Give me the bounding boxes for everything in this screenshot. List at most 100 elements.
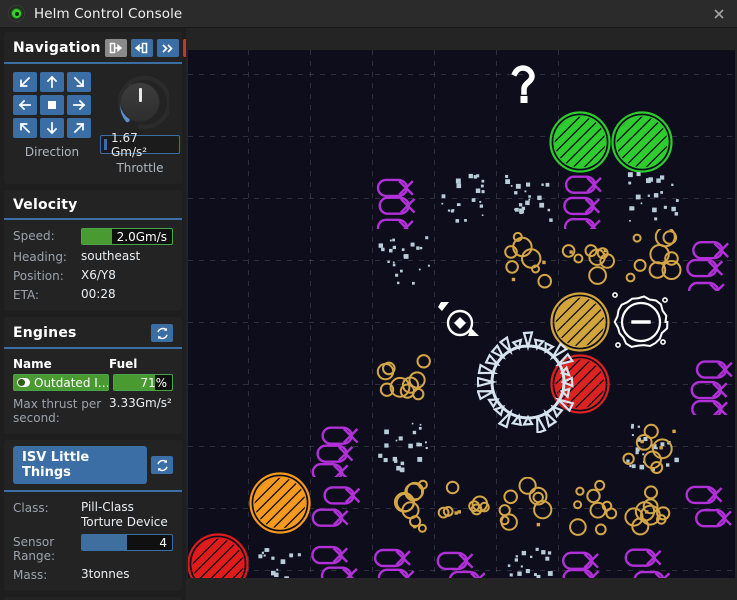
star-white[interactable] xyxy=(477,331,579,433)
eye-icon xyxy=(8,5,25,22)
engine-fuel-meter: 71% xyxy=(113,374,173,391)
dock-icon[interactable] xyxy=(130,39,153,57)
fish-school[interactable] xyxy=(435,539,497,578)
navigation-title: Navigation xyxy=(13,40,101,56)
title-bar: Helm Control Console xyxy=(0,0,737,28)
ship-panel: ISV Little Things Class: Pill-Class Tort… xyxy=(4,440,182,591)
heading-value: southeast xyxy=(81,249,141,263)
arrow-sw-icon xyxy=(19,122,31,134)
mass-row: Mass: 3tonnes xyxy=(13,567,173,582)
sensor-label: Sensor Range: xyxy=(13,535,56,563)
engines-table-header: Name Fuel xyxy=(13,357,173,371)
eta-label: ETA: xyxy=(13,288,40,302)
engines-header: Engines xyxy=(4,317,182,349)
throttle-value-text: 1.67 Gm/s² xyxy=(111,130,148,159)
thrust-value: 3.33Gm/s² xyxy=(109,396,172,410)
planet-green-1[interactable] xyxy=(547,109,613,175)
direction-west[interactable] xyxy=(13,95,37,115)
thrust-row: Max thrust per second: 3.33Gm/s² xyxy=(13,396,173,425)
gas-cloud[interactable] xyxy=(621,229,683,291)
direction-southeast[interactable] xyxy=(67,118,91,138)
throttle-control: 1.67 Gm/s² Throttle xyxy=(100,72,180,175)
refresh-icon[interactable] xyxy=(151,324,173,342)
gas-cloud[interactable] xyxy=(497,477,559,539)
sensor-row: Sensor Range: 4 xyxy=(13,534,173,563)
gas-cloud[interactable] xyxy=(559,477,621,539)
direction-north[interactable] xyxy=(40,72,64,92)
gas-cloud[interactable] xyxy=(373,477,435,539)
fish-school[interactable] xyxy=(311,477,373,539)
asteroid-field[interactable] xyxy=(497,539,559,578)
planet-crimson[interactable] xyxy=(188,531,251,578)
gas-cloud[interactable] xyxy=(497,229,559,291)
undock-icon[interactable] xyxy=(104,39,127,57)
planet-green-2[interactable] xyxy=(609,109,675,175)
throttle-value-field[interactable]: 1.67 Gm/s² xyxy=(100,131,180,159)
direction-northwest[interactable] xyxy=(13,72,37,92)
speed-row: Speed: 2.0Gm/s xyxy=(13,228,173,245)
unknown-marker[interactable] xyxy=(507,60,541,104)
heading-row: Heading: southeast xyxy=(13,249,173,264)
ship-header: ISV Little Things xyxy=(4,440,182,492)
helm-control-window: Helm Control Console Navigation Directio… xyxy=(0,0,737,600)
gas-cloud[interactable] xyxy=(559,229,621,291)
asteroid-field[interactable] xyxy=(435,167,497,229)
fish-school[interactable] xyxy=(311,415,373,477)
direction-southwest[interactable] xyxy=(13,118,37,138)
direction-east[interactable] xyxy=(67,95,91,115)
gas-cloud[interactable] xyxy=(621,415,683,477)
arrow-s-icon xyxy=(46,122,58,135)
class-row: Class: Pill-Class Torture Device xyxy=(13,500,173,530)
direction-pad xyxy=(13,72,91,138)
throttle-dial xyxy=(120,82,160,122)
planet-orange[interactable] xyxy=(247,470,313,536)
star-map[interactable] xyxy=(188,50,735,578)
fish-school[interactable] xyxy=(311,539,373,578)
fish-school[interactable] xyxy=(559,539,621,578)
throttle-knob[interactable] xyxy=(111,73,169,131)
fish-school[interactable] xyxy=(683,477,735,539)
asteroid-field[interactable] xyxy=(373,229,435,291)
engine-fuel-value: 71% xyxy=(140,375,167,390)
fish-school[interactable] xyxy=(621,539,683,578)
eta-value: 00:28 xyxy=(81,287,116,301)
direction-stop[interactable] xyxy=(40,95,64,115)
engines-col-name: Name xyxy=(13,357,52,371)
fish-school[interactable] xyxy=(559,167,621,229)
direction-northeast[interactable] xyxy=(67,72,91,92)
asteroid-field[interactable] xyxy=(249,539,311,578)
stop-square-icon xyxy=(48,101,56,109)
gas-cloud[interactable] xyxy=(435,477,497,539)
asteroid-field[interactable] xyxy=(373,415,435,477)
asteroid-field[interactable] xyxy=(497,167,559,229)
refresh-icon[interactable] xyxy=(151,456,173,474)
thrust-label: Max thrust per second: xyxy=(13,397,102,425)
arrow-w-icon xyxy=(18,99,31,111)
gas-cloud[interactable] xyxy=(621,477,683,539)
velocity-body: Speed: 2.0Gm/s Heading: southeast Positi… xyxy=(4,220,182,311)
position-row: Position: X6/Y8 xyxy=(13,268,173,283)
direction-control: Direction xyxy=(13,72,91,159)
fish-school[interactable] xyxy=(683,353,735,415)
asteroid-field[interactable] xyxy=(621,167,683,229)
speed-value: 2.0Gm/s xyxy=(116,229,167,244)
ship-name-button[interactable]: ISV Little Things xyxy=(13,446,147,484)
fish-school[interactable] xyxy=(373,539,435,578)
grid-line-horizontal xyxy=(188,74,735,75)
sidebar: Navigation Direction 1.67 Gm/s² Throttle… xyxy=(0,28,186,600)
direction-south[interactable] xyxy=(40,118,64,138)
gas-cloud[interactable] xyxy=(373,353,435,415)
fish-school[interactable] xyxy=(683,229,735,291)
engine-name: Outdated I… xyxy=(34,375,109,390)
engines-body: Name Fuel Outdated I… 71% Max thrust per… xyxy=(4,349,182,434)
velocity-title: Velocity xyxy=(13,197,78,213)
arrow-e-icon xyxy=(73,99,86,111)
table-row[interactable]: Outdated I… 71% xyxy=(13,374,173,391)
close-icon[interactable] xyxy=(711,6,727,22)
fast-forward-icon[interactable] xyxy=(156,39,179,57)
fish-school[interactable] xyxy=(373,167,435,229)
player-ship[interactable] xyxy=(437,299,483,345)
arrow-nw-icon xyxy=(19,76,31,88)
engine-name-chip: Outdated I… xyxy=(13,374,109,391)
ringed-planet[interactable] xyxy=(609,290,673,354)
